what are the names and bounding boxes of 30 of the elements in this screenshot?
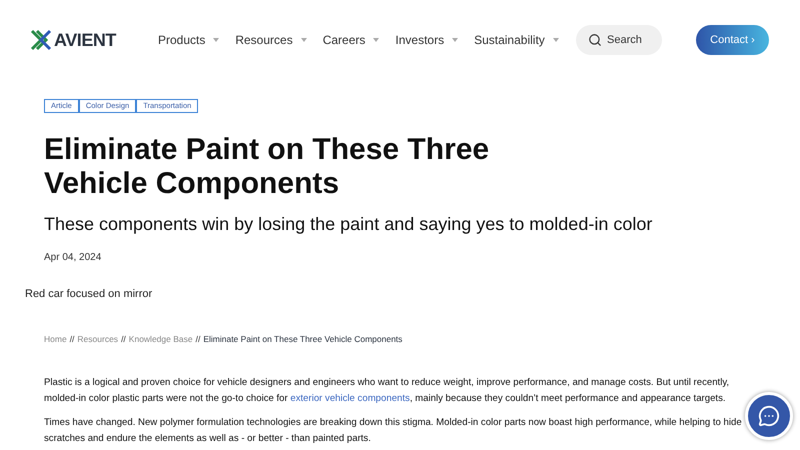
image-alt-text: Red car focused on mirror — [25, 287, 154, 302]
logo-wordmark[interactable]: AVIENT — [54, 26, 116, 54]
article-title: Eliminate Paint on These Three Vehicle Components — [44, 133, 490, 201]
article-subtitle: These components win by losing the paint and saying yes to molded-in color — [44, 213, 654, 236]
breadcrumb-separator: // — [196, 332, 200, 346]
caret-icon — [552, 38, 559, 42]
caret-icon — [213, 38, 220, 42]
breadcrumb-link[interactable]: Resources — [77, 332, 118, 346]
inline-link[interactable]: exterior vehicle components — [290, 393, 410, 404]
search-icon — [588, 33, 602, 47]
nav-menu-item[interactable]: Careers — [322, 31, 380, 49]
logo-icon — [30, 29, 52, 51]
chat-icon — [758, 405, 780, 427]
search-field[interactable]: Search — [576, 25, 662, 55]
body-paragraph: Times have changed. New polymer formulation technologies are breaking down this stigma. Molded-in color parts now boast high performance, while helping to hide scratches and endure the elements as well as - or better - than painted parts. — [44, 416, 743, 446]
breadcrumb-link[interactable]: Knowledge Base — [128, 332, 193, 346]
breadcrumb-separator: // — [121, 332, 126, 346]
chat-button[interactable] — [745, 392, 793, 440]
publish-date: Apr 04, 2024 — [44, 251, 102, 265]
breadcrumb-current: Eliminate Paint on These Three Vehicle Components — [203, 332, 402, 346]
caret-icon — [300, 38, 307, 42]
nav-menu-item[interactable]: Products — [158, 31, 220, 49]
breadcrumb-separator: // — [70, 332, 74, 346]
caret-icon — [373, 38, 380, 42]
nav-menu-item[interactable]: Resources — [235, 31, 307, 49]
caret-icon — [452, 38, 458, 42]
breadcrumb-link[interactable]: Home — [44, 332, 67, 346]
contact-button[interactable]: Contact › — [696, 25, 769, 55]
nav-menu-item[interactable]: Investors — [395, 31, 458, 49]
nav-menu-item[interactable]: Sustainability — [474, 31, 559, 49]
